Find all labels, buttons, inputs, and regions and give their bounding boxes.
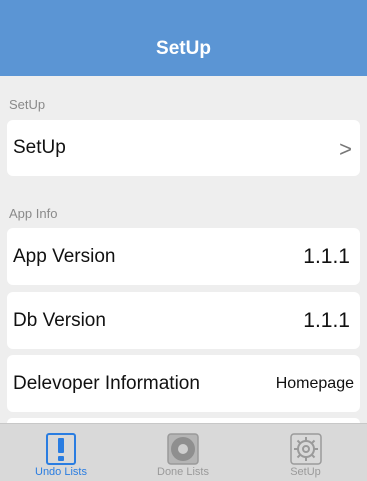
- tab-undo-lists[interactable]: Undo Lists: [0, 424, 122, 481]
- section-header-app-info: App Info: [9, 206, 58, 221]
- app-version-cell: App Version 1.1.1: [7, 228, 360, 285]
- tab-done-lists[interactable]: Done Lists: [122, 424, 244, 481]
- tab-undo-lists-label: Undo Lists: [35, 466, 87, 478]
- db-version-value: 1.1.1: [303, 308, 350, 332]
- tab-bar: Undo Lists Done Lists SetUp: [0, 423, 367, 481]
- app-version-value: 1.1.1: [303, 244, 350, 268]
- navigation-bar: SetUp: [0, 0, 367, 76]
- section-header-setup: SetUp: [9, 97, 46, 112]
- gear-icon: [289, 433, 322, 465]
- tab-setup-label: SetUp: [290, 466, 321, 478]
- chevron-right-icon: >: [339, 136, 352, 162]
- setup-cell-label: SetUp: [13, 137, 66, 158]
- homepage-link[interactable]: Homepage: [276, 375, 354, 393]
- disc-icon: [167, 433, 199, 465]
- developer-information-cell[interactable]: Delevoper Information Homepage: [7, 355, 360, 412]
- page-title: SetUp: [156, 38, 211, 59]
- db-version-label: Db Version: [13, 309, 106, 331]
- setup-cell[interactable]: SetUp >: [7, 120, 360, 176]
- db-version-cell: Db Version 1.1.1: [7, 292, 360, 349]
- developer-information-label: Delevoper Information: [13, 372, 200, 394]
- exclamation-icon: [46, 433, 76, 465]
- tab-setup[interactable]: SetUp: [244, 424, 367, 481]
- tab-done-lists-label: Done Lists: [157, 466, 209, 478]
- app-version-label: App Version: [13, 245, 116, 267]
